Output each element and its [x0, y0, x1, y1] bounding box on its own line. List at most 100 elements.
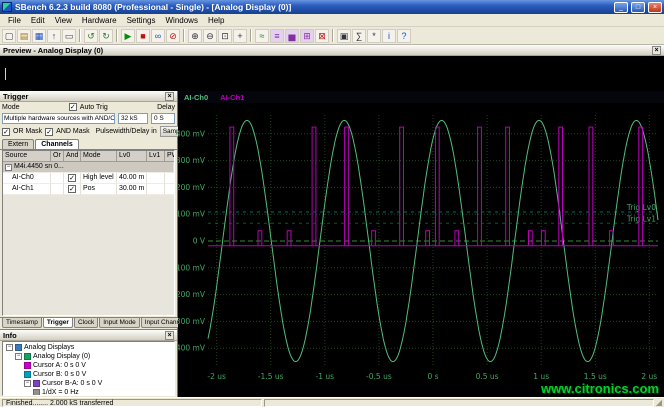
cursor-icon[interactable]: +	[233, 28, 247, 43]
table-group-row[interactable]: − M4i.4450 sn 0...	[3, 162, 174, 173]
svg-text:-400 mV: -400 mV	[178, 344, 206, 353]
posttrigger-field[interactable]: 32 kS	[118, 113, 148, 124]
tree-item[interactable]: 1/dX = 0 Hz	[3, 388, 174, 395]
cell-and[interactable]: ✓	[64, 173, 81, 184]
menu-item-file[interactable]: File	[3, 16, 26, 25]
cell-lv0: 30.00 m	[117, 184, 147, 195]
new-file-icon[interactable]: ▢	[2, 28, 16, 43]
status-text: Finished........ 2.000 kS transferred	[2, 398, 262, 407]
channel-label-ai-ch0[interactable]: AI-Ch0	[184, 93, 208, 102]
tab-extern[interactable]: Extern	[2, 139, 35, 149]
channel-strip: AI-Ch0 AI-Ch1	[178, 91, 664, 103]
cell-source: AI-Ch1	[3, 184, 51, 195]
toolbar-separator	[250, 29, 252, 42]
start-icon[interactable]: ▶	[121, 28, 135, 43]
trigger-source-select[interactable]: Multiple hardware sources with AND/OR ▼	[2, 113, 115, 124]
zoom-fit-icon[interactable]: ⊡	[218, 28, 232, 43]
loop-icon[interactable]: ∞	[151, 28, 165, 43]
info-caption: Info ×	[0, 330, 177, 341]
cell-and[interactable]: ✓	[64, 184, 81, 195]
table-row[interactable]: AI-Ch1 ✓ Pos 30.00 m	[3, 184, 174, 195]
collapse-icon[interactable]: −	[6, 344, 13, 351]
svg-text:-100 mV: -100 mV	[178, 263, 206, 272]
tree-item-label: Cursor B: 0 s 0 V	[33, 371, 87, 378]
info-icon[interactable]: i	[382, 28, 396, 43]
column-header-and: And	[64, 151, 81, 162]
delay-field[interactable]: 0 S	[151, 113, 175, 124]
group-cell: − M4i.4450 sn 0...	[3, 162, 174, 173]
toolbar: ▢ ▤ ▦ ↑ ▭ ↺ ↻ ▶ ■ ∞ ⊘ ⊕ ⊖ ⊡ + ≈ ≡ ▅ ⊞ ⊠ ▣ ∑ * i?	[0, 27, 664, 45]
tree-item[interactable]: − Analog Display (0)	[3, 352, 174, 361]
collapse-icon[interactable]: −	[15, 353, 22, 360]
preview-canvas[interactable]	[0, 56, 664, 91]
and-checkbox[interactable]: ✓	[68, 185, 76, 193]
hardware-setup-icon[interactable]: ▣	[337, 28, 351, 43]
info-tree: − Analog Displays − Analog Display (0) Curso…	[2, 341, 175, 396]
delete-display-icon[interactable]: ⊠	[315, 28, 329, 43]
save-file-icon[interactable]: ▦	[32, 28, 46, 43]
menu-item-view[interactable]: View	[50, 16, 77, 25]
bottom-tab-input-mode[interactable]: Input Mode	[99, 318, 140, 328]
undo-icon[interactable]: ↺	[84, 28, 98, 43]
cursor-ba-icon	[33, 380, 40, 387]
help-icon[interactable]: ?	[397, 28, 411, 43]
trigger-mode-row: Mode ✓ Auto Trig Delay	[0, 102, 177, 112]
print-icon[interactable]: ▭	[62, 28, 76, 43]
waveform-plot[interactable]: 400 mV 300 mV 200 mV 100 mV 0 V -100 mV -200 m…	[178, 103, 664, 397]
and-mask-checkbox[interactable]: ✓	[45, 127, 54, 136]
menu-item-windows[interactable]: Windows	[160, 16, 202, 25]
minimize-button[interactable]: _	[614, 1, 628, 13]
column-header-or: Or	[51, 151, 64, 162]
channel-label-ai-ch1[interactable]: AI-Ch1	[220, 93, 244, 102]
frequency-icon	[33, 389, 40, 395]
toolbar-separator	[332, 29, 334, 42]
bottom-tab-timestamp[interactable]: Timestamp	[2, 318, 42, 328]
collapse-icon[interactable]: −	[24, 380, 31, 387]
displays-icon	[15, 344, 22, 351]
collapse-icon[interactable]: −	[5, 163, 12, 171]
device-name: M4i.4450 sn 0...	[14, 163, 64, 170]
redo-icon[interactable]: ↻	[99, 28, 113, 43]
close-button[interactable]: ×	[648, 1, 662, 13]
trigger-close-icon[interactable]: ×	[165, 91, 174, 101]
open-file-icon[interactable]: ▤	[17, 28, 31, 43]
zoom-in-icon[interactable]: ⊕	[188, 28, 202, 43]
status-bar: Finished........ 2.000 kS transferred ◢	[0, 397, 664, 407]
stop-icon[interactable]: ■	[136, 28, 150, 43]
add-display-icon[interactable]: ⊞	[300, 28, 314, 43]
or-mask-checkbox[interactable]: ✓	[2, 127, 10, 136]
resize-grip[interactable]: ◢	[656, 398, 662, 407]
analog-display-icon[interactable]: ≈	[255, 28, 269, 43]
export-icon[interactable]: ↑	[47, 28, 61, 43]
column-header-pw: PW	[165, 151, 174, 162]
spectrum-display-icon[interactable]: ▅	[285, 28, 299, 43]
bottom-tab-trigger[interactable]: Trigger	[42, 318, 73, 328]
cell-lv1	[147, 184, 165, 195]
tree-item-label: Cursor A: 0 s 0 V	[33, 362, 86, 369]
preview-close-icon[interactable]: ×	[652, 45, 661, 55]
maximize-button[interactable]: □	[631, 1, 645, 13]
auto-trig-label: Auto Trig	[79, 103, 108, 111]
left-panel: Trigger × Mode ✓ Auto Trig Delay Multipl…	[0, 91, 200, 397]
menu-item-edit[interactable]: Edit	[26, 16, 50, 25]
tree-item[interactable]: − Analog Displays	[3, 343, 174, 352]
zoom-out-icon[interactable]: ⊖	[203, 28, 217, 43]
settings-icon[interactable]: *	[367, 28, 381, 43]
calculation-icon[interactable]: ∑	[352, 28, 366, 43]
table-row[interactable]: AI-Ch0 ✓ High level 40.00 m	[3, 173, 174, 184]
and-checkbox[interactable]: ✓	[68, 174, 76, 182]
tree-item-label: Analog Displays	[24, 344, 75, 351]
tab-channels[interactable]: Channels	[35, 139, 79, 149]
bottom-tab-clock[interactable]: Clock	[73, 318, 99, 328]
tree-item[interactable]: Cursor A: 0 s 0 V	[3, 361, 174, 370]
info-close-icon[interactable]: ×	[165, 330, 174, 340]
digital-display-icon[interactable]: ≡	[270, 28, 284, 43]
menu-item-help[interactable]: Help	[203, 16, 229, 25]
tree-item[interactable]: Cursor B: 0 s 0 V	[3, 370, 174, 379]
abort-icon[interactable]: ⊘	[166, 28, 180, 43]
menu-item-settings[interactable]: Settings	[122, 16, 161, 25]
menu-item-hardware[interactable]: Hardware	[77, 16, 122, 25]
and-mask-label: AND Mask	[56, 128, 90, 135]
auto-trig-checkbox[interactable]: ✓	[68, 103, 77, 111]
tree-item[interactable]: − Cursor B-A: 0 s 0 V	[3, 379, 174, 388]
